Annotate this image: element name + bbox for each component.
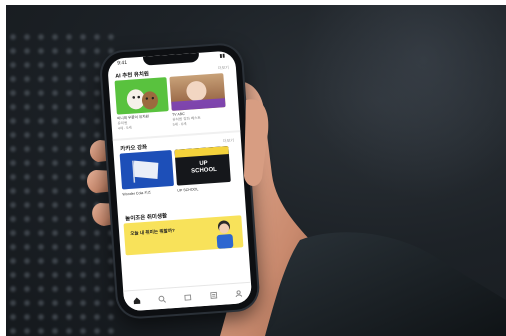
- thumb-overlay-text: UP SCHOOL: [191, 160, 218, 175]
- content-thumb-2[interactable]: [169, 73, 226, 111]
- section-more-kakao[interactable]: 더보기: [223, 138, 234, 145]
- phone-screen: 9:41 ▮▮ AI 추천 유치원 더보기 미니의 우쭐이 유치원 유치원 4세…: [107, 50, 253, 312]
- content-thumb-3[interactable]: [119, 149, 175, 190]
- item-caption: Wonder Cola 키즈: [122, 190, 152, 197]
- item-caption: UP SCHOOL: [177, 187, 199, 193]
- home-icon[interactable]: [132, 296, 141, 305]
- item-meta: 4세 · 5세: [117, 125, 132, 131]
- status-time: 9:41: [117, 59, 128, 67]
- battery-icon: ▮▮: [219, 52, 226, 60]
- hobby-banner[interactable]: 오늘 내 취미는 뭐할까?: [123, 215, 244, 256]
- flag-icon: [132, 160, 159, 183]
- bottom-tab-bar: [123, 281, 253, 312]
- frame-border-top: [0, 0, 506, 5]
- box-icon[interactable]: [184, 293, 193, 302]
- item-caption: 미니의 우쭐이 유치원: [117, 114, 150, 121]
- banner-text: 오늘 내 취미는 뭐할까?: [130, 227, 175, 237]
- frame-border-left: [0, 0, 6, 336]
- content-thumb-1[interactable]: [114, 77, 169, 115]
- list-icon[interactable]: [209, 291, 218, 300]
- character-icon: [171, 81, 226, 111]
- divider: [112, 130, 241, 142]
- content-thumb-4[interactable]: UP SCHOOL: [174, 145, 231, 186]
- search-icon[interactable]: [158, 295, 167, 304]
- character-icon: [126, 89, 158, 110]
- item-meta: 5세 · 6세: [172, 121, 187, 127]
- section-more-ai[interactable]: 더보기: [218, 65, 229, 72]
- person-illustration-icon: [216, 220, 234, 249]
- photo-background: 9:41 ▮▮ AI 추천 유치원 더보기 미니의 우쭐이 유치원 유치원 4세…: [0, 0, 506, 336]
- person-icon[interactable]: [235, 289, 244, 298]
- smartphone: 9:41 ▮▮ AI 추천 유치원 더보기 미니의 우쭐이 유치원 유치원 4세…: [100, 43, 259, 319]
